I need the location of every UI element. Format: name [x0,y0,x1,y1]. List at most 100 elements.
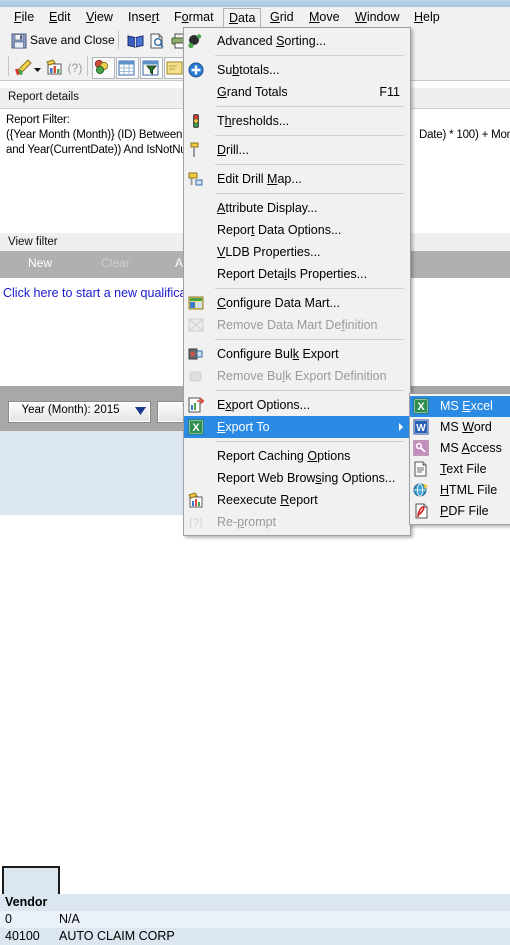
submenu-item-text-file[interactable]: Text File [410,459,510,480]
menu-bar: File Edit View Insert Format Data Grid Move Wind… [0,7,510,29]
menu-item-thresholds[interactable]: Thresholds... [184,110,410,132]
remove-data-mart-icon [188,317,204,333]
submenu-item-ms-access[interactable]: MS Access [410,438,510,459]
svg-text:X: X [192,422,200,434]
menu-item-label: Grand Totals [217,85,288,99]
menu-item-label: Report Web Browsing Options... [217,471,396,485]
report-filter-line-2: ({Year Month (Month)} (ID) Between ((Y [6,129,200,141]
print-preview-icon[interactable] [148,32,166,50]
menu-item-configure-bulk-export[interactable]: Configure Bulk Export [184,343,410,365]
menu-view[interactable]: View [80,8,119,27]
menu-item-label: Configure Bulk Export [217,347,339,361]
menu-item-report-data-options[interactable]: Report Data Options... [184,219,410,241]
row-id: 40100 [5,929,40,943]
submenu-item-label: MS Excel [440,399,493,413]
menu-item-edit-drill-map[interactable]: Edit Drill Map... [184,168,410,190]
submenu-item-pdf-file[interactable]: PDF File [410,501,510,522]
view-filter-clear-button[interactable]: Clear [101,256,130,270]
submenu-item-ms-excel[interactable]: X MS Excel [410,396,510,417]
grid-icon[interactable] [116,57,139,79]
report-filter-line-2-cont: Date) * 100) + Month [419,129,510,141]
menu-item-attribute-display[interactable]: Attribute Display... [184,197,410,219]
filter-icon[interactable] [140,57,163,79]
menu-help[interactable]: Help [408,8,446,27]
menu-item-remove-data-mart-definition: Remove Data Mart Definition [184,314,410,336]
chart-pencil-icon[interactable] [14,58,33,77]
menu-format[interactable]: Format [168,8,220,27]
menu-separator [215,193,404,194]
excel-icon: X [413,398,429,414]
menu-item-export-to[interactable]: X Export To [184,416,410,438]
grid-column-header-vendor[interactable]: Vendor [0,894,510,911]
menu-insert[interactable]: Insert [122,8,165,27]
export-options-icon [188,397,205,413]
submenu-item-ms-word[interactable]: W MS Word [410,417,510,438]
menu-item-advanced-sorting[interactable]: Advanced Sorting... [184,30,410,52]
menu-item-remove-bulk-export-definition: Remove Bulk Export Definition [184,365,410,387]
table-row[interactable]: 40100 AUTO CLAIM CORP [0,928,510,945]
menu-item-label: Configure Data Mart... [217,296,340,310]
chevron-down-icon [135,407,146,415]
menu-item-subtotals[interactable]: Subtotals... [184,59,410,81]
menu-grid[interactable]: Grid [264,8,300,27]
menu-file[interactable]: File [8,8,40,27]
menu-separator [215,164,404,165]
menu-separator [215,288,404,289]
submenu-item-html-file[interactable]: HTML File [410,480,510,501]
year-month-selector-label: Year (Month): 2015 [21,404,120,416]
re-prompt-icon: (?) [188,514,204,530]
sort-icon[interactable] [92,57,115,79]
submenu-item-label: Text File [440,462,487,476]
submenu-item-label: HTML File [440,483,498,497]
configure-bulk-export-icon [188,346,204,362]
menu-separator [215,135,404,136]
save-and-close-label[interactable]: Save and Close [30,32,115,48]
menu-item-shortcut: F11 [379,85,400,99]
edit-drill-map-icon [188,171,204,187]
save-icon[interactable] [10,32,28,50]
remove-bulk-export-icon [188,368,204,384]
menu-data[interactable]: Data [223,8,262,29]
menu-item-label: Remove Data Mart Definition [217,318,378,332]
thresholds-icon [188,113,204,129]
access-icon [413,440,429,456]
configure-data-mart-icon [188,295,204,311]
menu-window[interactable]: Window [349,8,405,27]
view-filter-new-button[interactable]: New [28,256,52,270]
menu-item-export-options[interactable]: Export Options... [184,394,410,416]
row-name: N/A [59,912,80,926]
word-icon: W [413,419,429,435]
year-month-selector[interactable]: Year (Month): 2015 [8,401,151,423]
toolbar-separator [118,31,119,49]
data-menu-dropdown: Advanced Sorting... Subtotals... Grand Tot… [183,27,411,536]
menu-item-reexecute-report[interactable]: Reexecute Report [184,489,410,511]
menu-separator [215,55,404,56]
menu-item-report-details-properties[interactable]: Report Details Properties... [184,263,410,285]
menu-item-vldb-properties[interactable]: VLDB Properties... [184,241,410,263]
menu-item-label: Edit Drill Map... [217,172,302,186]
menu-edit[interactable]: Edit [43,8,77,27]
report-filter-line-3: and Year(CurrentDate)) And IsNotNull({ [6,144,199,156]
menu-item-label: Advanced Sorting... [217,34,327,48]
svg-text:(?): (?) [189,517,202,529]
menu-item-label: Subtotals... [217,63,280,77]
menu-move[interactable]: Move [303,8,346,27]
menu-item-label: Re-prompt [217,515,277,529]
format-chart-icon[interactable] [45,58,64,77]
menu-item-drill[interactable]: Drill... [184,139,410,161]
menu-item-label: Drill... [217,143,249,157]
menu-separator [215,106,404,107]
menu-item-configure-data-mart[interactable]: Configure Data Mart... [184,292,410,314]
new-qualification-link[interactable]: Click here to start a new qualification [3,286,207,300]
menu-item-report-caching-options[interactable]: Report Caching Options [184,445,410,467]
export-to-submenu: X MS Excel W MS Word MS Access Text File HTML … [409,393,510,525]
book-icon[interactable] [126,32,145,50]
svg-text:W: W [416,423,426,434]
dropdown-arrow-icon[interactable] [33,63,43,72]
grid-corner-cell[interactable] [2,866,60,896]
text-file-icon [413,461,429,477]
menu-item-report-web-browsing-options[interactable]: Report Web Browsing Options... [184,467,410,489]
menu-separator [215,339,404,340]
table-row[interactable]: 0 N/A [0,911,510,928]
menu-item-grand-totals[interactable]: Grand Totals F11 [184,81,410,103]
